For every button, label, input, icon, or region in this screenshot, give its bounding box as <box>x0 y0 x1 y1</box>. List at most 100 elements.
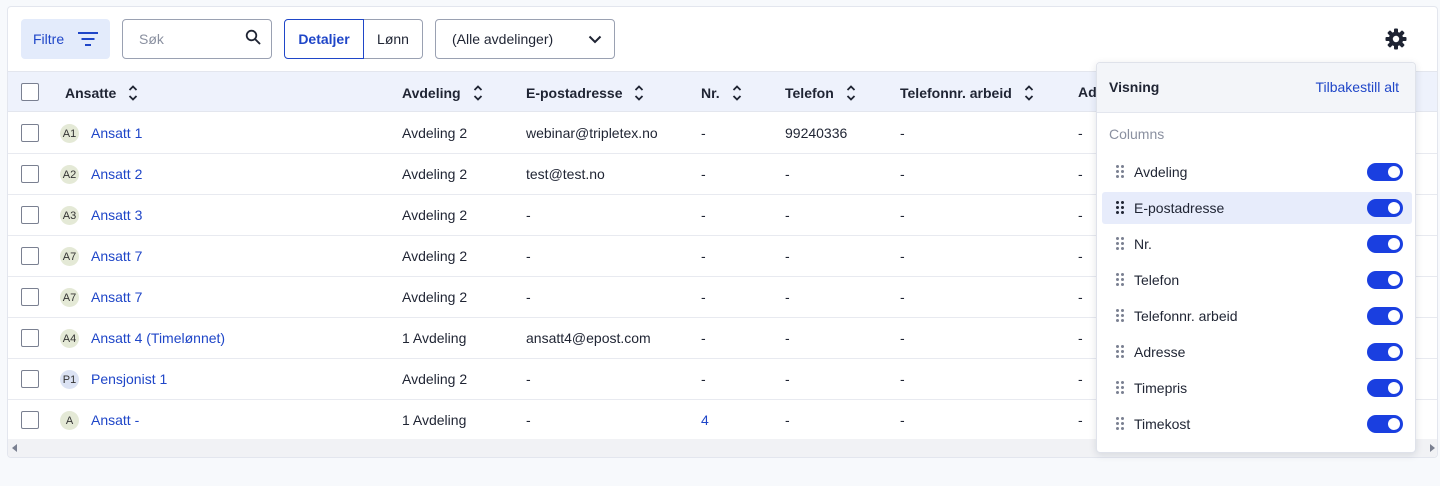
row-checkbox[interactable] <box>21 206 39 224</box>
search-input[interactable] <box>139 31 239 47</box>
column-header-avdeling[interactable]: Avdeling <box>402 84 483 102</box>
cell-avdeling: 1 Avdeling <box>402 412 467 428</box>
tab-detaljer[interactable]: Detaljer <box>284 19 364 59</box>
column-option-label: Telefonnr. arbeid <box>1134 308 1238 324</box>
cell-telefon-arbeid: - <box>900 125 905 141</box>
drag-handle-icon[interactable] <box>1116 309 1126 323</box>
filter-button[interactable]: Filtre <box>21 19 110 59</box>
cell-adresse: - <box>1078 125 1083 141</box>
cell-email: - <box>526 412 531 428</box>
search-box <box>122 19 272 59</box>
employee-name-link[interactable]: Ansatt 7 <box>91 289 142 305</box>
department-select[interactable]: (Alle avdelinger) <box>435 19 615 59</box>
column-option-telefon: Telefon <box>1102 264 1412 296</box>
drag-handle-icon[interactable] <box>1116 417 1126 431</box>
column-option-label: E-postadresse <box>1134 200 1225 216</box>
cell-email: - <box>526 248 531 264</box>
sort-icon <box>634 84 644 102</box>
cell-telefon: - <box>785 330 790 346</box>
row-checkbox[interactable] <box>21 124 39 142</box>
employee-name-link[interactable]: Ansatt 7 <box>91 248 142 264</box>
drag-handle-icon[interactable] <box>1116 273 1126 287</box>
column-toggle-switch[interactable] <box>1367 307 1403 325</box>
column-option-timepris: Timepris <box>1102 372 1412 404</box>
avatar: A3 <box>60 206 79 225</box>
cell-email: - <box>526 207 531 223</box>
column-option-e-postadresse: E-postadresse <box>1102 192 1412 224</box>
column-toggle-switch[interactable] <box>1367 415 1403 433</box>
column-header-telefon[interactable]: Telefon <box>785 84 856 102</box>
cell-email: - <box>526 289 531 305</box>
column-toggle-switch[interactable] <box>1367 343 1403 361</box>
column-toggle-switch[interactable] <box>1367 163 1403 181</box>
select-all-checkbox[interactable] <box>21 83 39 101</box>
column-option-avdeling: Avdeling <box>1102 156 1412 188</box>
cell-avdeling: Avdeling 2 <box>402 248 468 264</box>
cell-telefon: - <box>785 207 790 223</box>
column-option-label: Avdeling <box>1134 164 1188 180</box>
column-header-label: E-postadresse <box>526 85 623 101</box>
cell-telefon: - <box>785 248 790 264</box>
cell-nr: - <box>701 248 706 264</box>
scroll-left-icon[interactable] <box>12 444 17 452</box>
avatar: A1 <box>60 124 79 143</box>
cell-avdeling: Avdeling 2 <box>402 289 468 305</box>
sort-icon <box>473 84 483 102</box>
employee-name-link[interactable]: Ansatt - <box>91 412 139 428</box>
column-option-telefonnr-arbeid: Telefonnr. arbeid <box>1102 300 1412 332</box>
cell-adresse: - <box>1078 330 1083 346</box>
drag-handle-icon[interactable] <box>1116 381 1126 395</box>
column-header-ansatte[interactable]: Ansatte <box>65 84 138 102</box>
column-option-label: Telefon <box>1134 272 1180 288</box>
cell-telefon-arbeid: - <box>900 166 905 182</box>
cell-telefon-arbeid: - <box>900 371 905 387</box>
tab-lonn[interactable]: Lønn <box>364 19 423 59</box>
cell-adresse: - <box>1078 412 1083 428</box>
cell-nr: - <box>701 125 706 141</box>
cell-telefon: - <box>785 166 790 182</box>
view-settings-popover: Visning Tilbakestill alt Columns Avdelin… <box>1096 62 1416 453</box>
drag-handle-icon[interactable] <box>1116 201 1126 215</box>
row-checkbox[interactable] <box>21 288 39 306</box>
row-checkbox[interactable] <box>21 411 39 429</box>
cell-email: test@test.no <box>526 166 605 182</box>
employee-name-link[interactable]: Ansatt 3 <box>91 207 142 223</box>
department-select-value: (Alle avdelinger) <box>452 31 554 47</box>
gear-icon[interactable] <box>1384 27 1408 51</box>
drag-handle-icon[interactable] <box>1116 345 1126 359</box>
reset-all-link[interactable]: Tilbakestill alt <box>1315 79 1399 95</box>
row-checkbox[interactable] <box>21 370 39 388</box>
drag-handle-icon[interactable] <box>1116 165 1126 179</box>
employee-name-link[interactable]: Ansatt 4 (Timelønnet) <box>91 330 225 346</box>
sort-icon <box>128 84 138 102</box>
cell-avdeling: 1 Avdeling <box>402 330 467 346</box>
column-header-label: Nr. <box>701 85 720 101</box>
cell-adresse: - <box>1078 207 1083 223</box>
employee-name-link[interactable]: Ansatt 2 <box>91 166 142 182</box>
cell-telefon: - <box>785 371 790 387</box>
column-option-label: Nr. <box>1134 236 1152 252</box>
popover-header: Visning Tilbakestill alt <box>1097 63 1415 113</box>
row-checkbox[interactable] <box>21 165 39 183</box>
column-toggle-switch[interactable] <box>1367 271 1403 289</box>
cell-nr: - <box>701 207 706 223</box>
column-toggle-switch[interactable] <box>1367 199 1403 217</box>
scroll-right-icon[interactable] <box>1430 444 1435 452</box>
row-checkbox[interactable] <box>21 329 39 347</box>
cell-telefon: 99240336 <box>785 125 848 141</box>
drag-handle-icon[interactable] <box>1116 237 1126 251</box>
columns-section-label: Columns <box>1109 126 1165 142</box>
employee-name-link[interactable]: Pensjonist 1 <box>91 371 167 387</box>
row-checkbox[interactable] <box>21 247 39 265</box>
column-toggle-switch[interactable] <box>1367 379 1403 397</box>
column-header-label: Avdeling <box>402 85 461 101</box>
column-header-epost[interactable]: E-postadresse <box>526 84 644 102</box>
employee-name-link[interactable]: Ansatt 1 <box>91 125 142 141</box>
column-header-adresse[interactable]: Ad <box>1078 84 1097 100</box>
column-header-nr[interactable]: Nr. <box>701 84 742 102</box>
filter-label: Filtre <box>33 31 65 47</box>
column-header-telefon-arbeid[interactable]: Telefonnr. arbeid <box>900 84 1034 102</box>
search-icon[interactable] <box>245 29 261 50</box>
column-toggle-switch[interactable] <box>1367 235 1403 253</box>
cell-telefon-arbeid: - <box>900 330 905 346</box>
